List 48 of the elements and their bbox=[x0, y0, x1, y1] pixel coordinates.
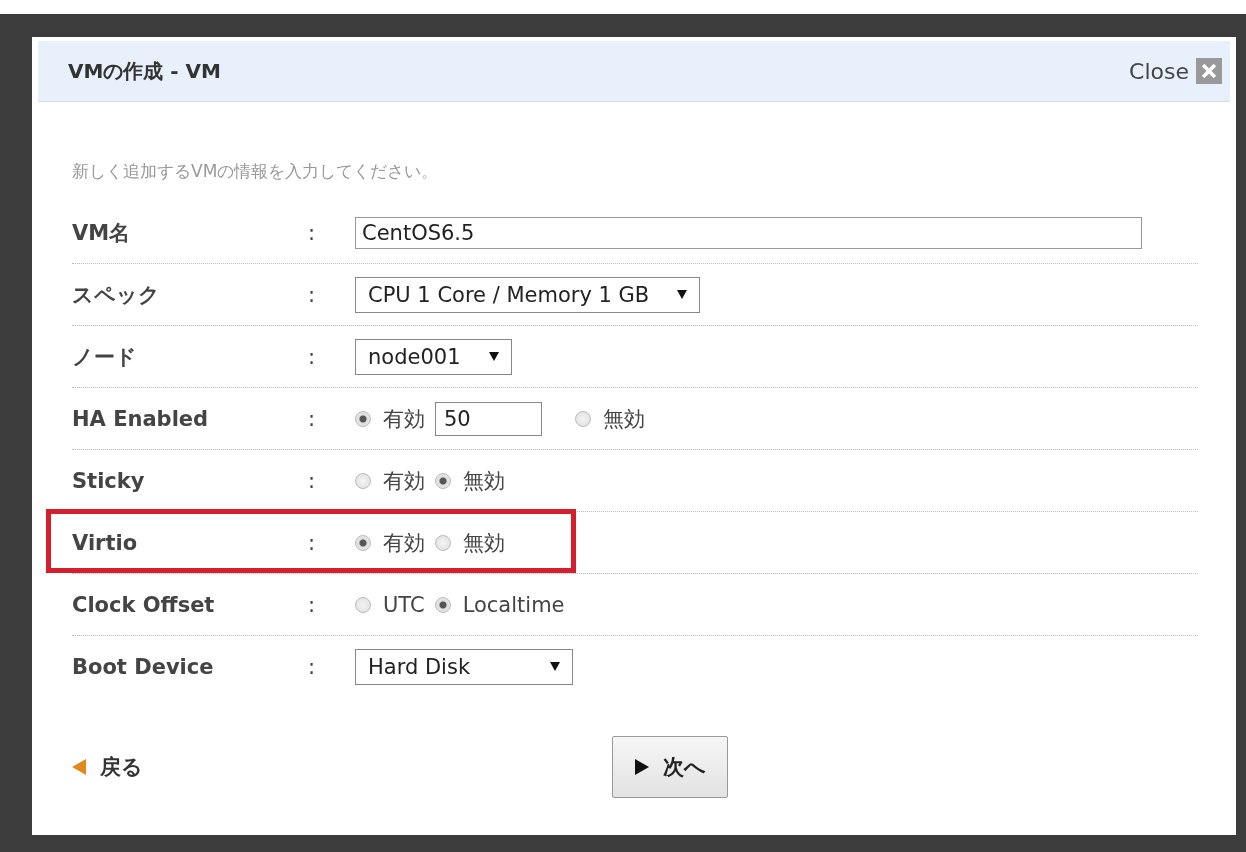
radio-button[interactable] bbox=[355, 472, 371, 489]
radio-button[interactable] bbox=[435, 472, 451, 489]
radio-button[interactable] bbox=[575, 410, 591, 427]
dropdown[interactable]: Hard Disk bbox=[355, 648, 573, 685]
separator-colon: : bbox=[308, 406, 317, 431]
radio-button[interactable] bbox=[355, 596, 371, 613]
radio-button[interactable] bbox=[355, 410, 371, 427]
field-label: Boot Device bbox=[72, 654, 215, 679]
caret-icon bbox=[488, 352, 499, 361]
separator-colon: : bbox=[308, 530, 317, 555]
radio-label: 無効 bbox=[603, 405, 645, 433]
radio-label: 無効 bbox=[463, 467, 505, 495]
separator-colon: : bbox=[308, 282, 317, 307]
dropdown[interactable]: node001 bbox=[355, 338, 512, 375]
field-label: Sticky bbox=[72, 468, 146, 493]
separator-colon: : bbox=[308, 220, 317, 245]
field-label: Virtio bbox=[72, 530, 139, 555]
radio-label: 有効 bbox=[383, 405, 425, 433]
radio-button[interactable] bbox=[355, 534, 371, 551]
close-icon[interactable] bbox=[1196, 58, 1222, 84]
text-field[interactable]: CentOS6.5 bbox=[355, 216, 1142, 249]
field-label: ノード bbox=[72, 343, 138, 371]
number-field[interactable]: 50 bbox=[435, 401, 542, 436]
radio-button[interactable] bbox=[435, 534, 451, 551]
field-label: スペック bbox=[72, 281, 161, 309]
instruction-text: 新しく追加するVMの情報を入力してください。 bbox=[72, 160, 440, 183]
close-button[interactable]: Close bbox=[1129, 58, 1222, 84]
play-arrow-icon[interactable] bbox=[634, 759, 649, 775]
separator-colon: : bbox=[308, 654, 317, 679]
field-label: VM名 bbox=[72, 219, 132, 247]
dropdown[interactable]: CPU 1 Core / Memory 1 GB bbox=[355, 276, 701, 313]
radio-label: Localtime bbox=[462, 592, 565, 617]
radio-label: 有効 bbox=[383, 529, 425, 557]
radio-button[interactable] bbox=[434, 596, 451, 613]
next-button[interactable]: 次へ bbox=[612, 736, 728, 798]
separator-colon: : bbox=[308, 592, 317, 617]
radio-label: 無効 bbox=[463, 529, 505, 557]
separator-colon: : bbox=[308, 468, 317, 493]
back-arrow-icon[interactable] bbox=[72, 759, 86, 775]
dialog-title: VMの作成 - VM bbox=[68, 57, 221, 85]
back-link[interactable]: 戻る bbox=[72, 753, 612, 781]
caret-icon bbox=[550, 662, 560, 671]
radio-label: 有効 bbox=[383, 467, 425, 495]
separator-colon: : bbox=[308, 344, 317, 369]
radio-label: UTC bbox=[383, 592, 425, 617]
caret-icon bbox=[677, 290, 688, 299]
field-label: HA Enabled bbox=[72, 406, 210, 431]
field-label: Clock Offset bbox=[72, 592, 216, 617]
